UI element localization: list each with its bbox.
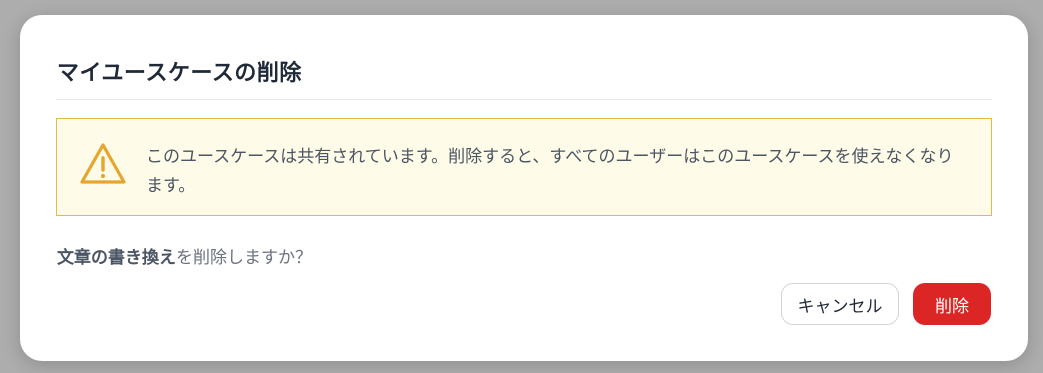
warning-alert: このユースケースは共有されています。削除すると、すべてのユーザーはこのユースケー… <box>56 118 992 216</box>
warning-triangle-icon <box>78 140 128 188</box>
title-divider <box>56 99 992 100</box>
warning-message: このユースケースは共有されています。削除すると、すべてのユーザーはこのユースケー… <box>146 147 954 196</box>
delete-button[interactable]: 削除 <box>913 283 991 325</box>
dialog-title: マイユースケースの削除 <box>57 61 302 86</box>
delete-usecase-dialog: マイユースケースの削除 このユースケースは共有されています。削除すると、すべての… <box>20 15 1028 361</box>
usecase-name: 文章の書き換え <box>57 248 176 268</box>
cancel-button[interactable]: キャンセル <box>781 283 899 325</box>
confirm-question: 文章の書き換えを削除しますか？ <box>57 243 312 268</box>
confirm-question-suffix: を削除しますか？ <box>176 248 312 268</box>
